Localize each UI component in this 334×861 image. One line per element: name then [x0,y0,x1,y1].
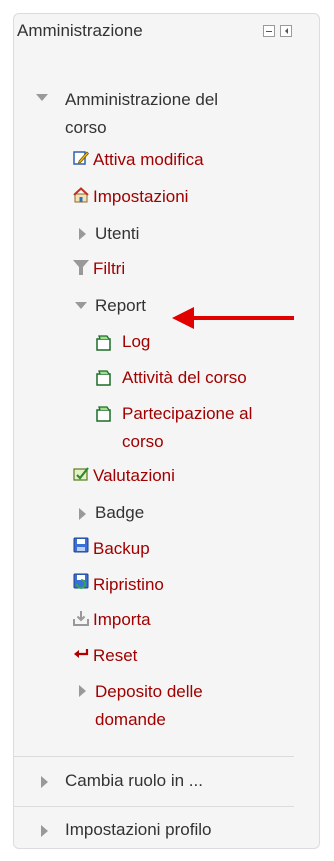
administration-block [13,13,320,849]
course-admin-node-line2[interactable]: corso [65,114,107,142]
grades-link[interactable]: Valutazioni [93,462,175,490]
participation-link[interactable]: Partecipazione al [122,400,252,428]
backup-icon [73,537,89,553]
minus-box-icon[interactable] [263,25,275,37]
divider [14,756,294,757]
filters-link[interactable]: Filtri [93,255,125,283]
profile-settings-node[interactable]: Impostazioni profilo [65,816,211,844]
collapsed-caret-icon[interactable] [79,228,86,240]
reset-arrow-icon [74,649,89,658]
divider [14,806,294,807]
log-link[interactable]: Log [122,328,150,356]
edit-mode-link[interactable]: Attiva modifica [93,146,204,174]
annotation-arrow-shaft [192,316,294,320]
report-page-icon [96,406,111,422]
course-activity-link[interactable]: Attività del corso [122,364,247,392]
collapsed-caret-icon[interactable] [41,825,48,837]
collapsed-caret-icon[interactable] [79,508,86,520]
import-icon [73,611,89,626]
report-page-icon [96,370,111,386]
block-title: Amministrazione [17,21,143,40]
collapsed-caret-icon[interactable] [41,776,48,788]
filter-funnel-icon [73,260,89,275]
report-page-icon [96,335,111,351]
users-node[interactable]: Utenti [95,220,139,248]
reset-link[interactable]: Reset [93,642,137,670]
restore-link[interactable]: Ripristino [93,571,164,599]
backup-link[interactable]: Backup [93,535,150,563]
participation-link-line2[interactable]: corso [122,428,164,456]
badges-node[interactable]: Badge [95,499,144,527]
report-node[interactable]: Report [95,292,146,320]
course-admin-node[interactable]: Amministrazione del [65,86,218,114]
expanded-caret-icon[interactable] [36,94,48,101]
question-bank-link[interactable]: Deposito delle [95,678,203,706]
import-link[interactable]: Importa [93,606,151,634]
question-bank-link-line2[interactable]: domande [95,706,166,734]
expanded-caret-icon[interactable] [75,302,87,309]
dock-left-icon[interactable] [280,25,292,37]
switch-role-node[interactable]: Cambia ruolo in ... [65,767,203,795]
grades-icon [73,467,89,481]
edit-pencil-icon [73,151,89,165]
collapsed-caret-icon[interactable] [79,685,86,697]
settings-link[interactable]: Impostazioni [93,183,188,211]
restore-icon [73,573,89,589]
annotation-arrow-icon [172,307,194,329]
settings-house-icon [73,187,89,203]
